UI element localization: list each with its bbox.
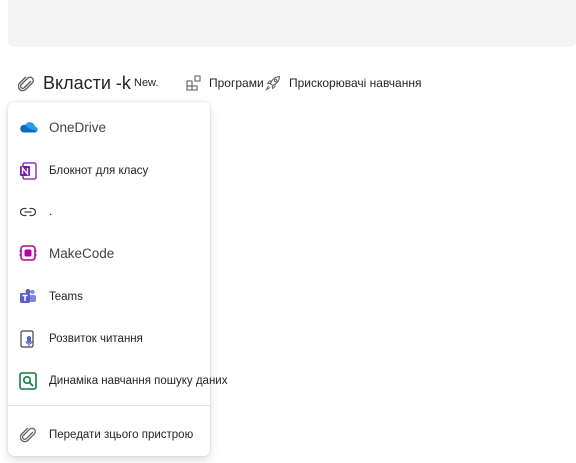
menu-item-label: Розвиток читання	[49, 333, 143, 345]
onedrive-icon	[18, 118, 38, 136]
apps-grid-icon	[186, 75, 202, 91]
attach-menu: OneDrive Блокнот для класу . MakeCode Te…	[8, 102, 227, 456]
menu-item-reading-progress[interactable]: Розвиток читання	[8, 322, 210, 356]
paperclip-icon	[18, 75, 34, 93]
new-badge: New.	[134, 77, 159, 89]
apps-label: Програми	[209, 76, 264, 90]
onenote-icon	[18, 162, 38, 180]
search-progress-icon	[18, 372, 38, 390]
menu-item-search-progress[interactable]: Динаміка навчання пошуку даних	[8, 364, 227, 398]
attach-button[interactable]: Вкласти -k	[18, 73, 131, 94]
message-input-area[interactable]	[8, 0, 576, 47]
menu-item-teams[interactable]: Teams	[8, 280, 210, 314]
menu-item-label: Передати зцього пристрою	[49, 429, 194, 441]
teams-icon	[18, 288, 38, 306]
menu-item-class-notebook[interactable]: Блокнот для класу	[8, 154, 210, 188]
link-icon	[18, 203, 38, 221]
rocket-icon	[265, 75, 281, 91]
attach-label: Вкласти -k	[43, 73, 131, 93]
menu-item-label: Динаміка навчання пошуку даних	[49, 375, 228, 387]
learning-accelerators-label: Прискорювачі навчання	[289, 76, 422, 90]
apps-button[interactable]: Програми	[186, 75, 264, 91]
menu-item-onedrive[interactable]: OneDrive	[8, 110, 210, 144]
menu-divider	[8, 405, 210, 406]
toolbar: Вкласти -k New. Програми Прискорювачі на…	[0, 70, 576, 100]
menu-item-label: MakeCode	[49, 245, 115, 261]
menu-item-label: Блокнот для класу	[49, 165, 149, 177]
menu-item-makecode[interactable]: MakeCode	[8, 236, 210, 270]
learning-accelerators-button[interactable]: Прискорювачі навчання	[265, 75, 421, 91]
menu-item-label: Teams	[49, 291, 83, 303]
menu-item-label: OneDrive	[49, 119, 107, 135]
makecode-icon	[18, 244, 38, 262]
menu-item-link[interactable]: .	[8, 195, 210, 229]
paperclip-icon	[18, 426, 38, 444]
reading-progress-icon	[18, 330, 38, 348]
menu-item-label: .	[49, 206, 53, 218]
menu-item-upload-from-device[interactable]: Передати зцього пристрою	[8, 418, 210, 452]
